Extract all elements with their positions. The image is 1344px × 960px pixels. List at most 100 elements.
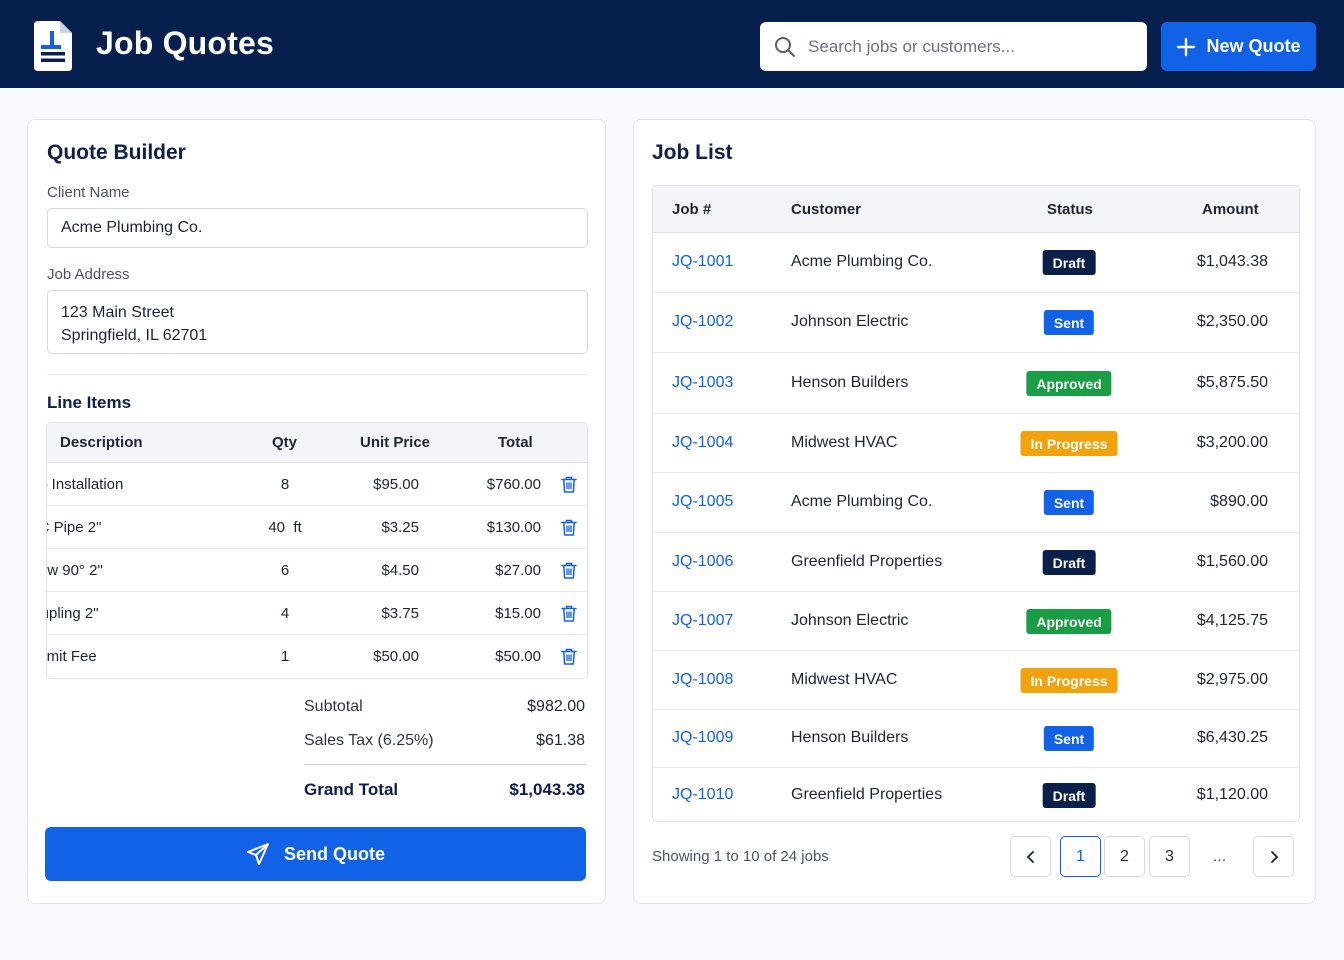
item-total: $27.00	[495, 562, 541, 579]
customer-name: Johnson Electric	[791, 313, 909, 330]
previous-page-button[interactable]	[1010, 836, 1051, 877]
sales-tax-value: $61.38	[536, 732, 585, 749]
status-badge: Sent	[1043, 310, 1095, 335]
job-row[interactable]: JQ-1005 Acme Plumbing Co. Sent $890.00	[653, 473, 1299, 533]
column-header-customer[interactable]: Customer	[791, 201, 861, 218]
trash-icon[interactable]	[561, 605, 577, 622]
job-amount: $3,200.00	[1196, 434, 1268, 451]
job-amount: $6,430.25	[1196, 729, 1268, 746]
item-qty: 40 ft	[268, 519, 302, 536]
job-number-link[interactable]: JQ-1005	[672, 493, 733, 511]
grand-total-value: $1,043.38	[509, 780, 585, 799]
subtotal-value: $982.00	[527, 698, 585, 715]
job-row[interactable]: JQ-1010 Greenfield Properties Draft $1,120.…	[653, 768, 1299, 821]
job-number-link[interactable]: JQ-1003	[672, 374, 733, 392]
job-number-link[interactable]: JQ-1001	[672, 253, 733, 271]
job-number-link[interactable]: JQ-1002	[672, 313, 733, 331]
paper-plane-icon	[246, 843, 269, 865]
job-table: Job # Customer Status Amount JQ-1001 Acme…	[652, 185, 1300, 822]
column-header-unit-price: Unit Price	[360, 434, 431, 451]
job-row[interactable]: JQ-1009 Henson Builders Sent $6,430.25	[653, 710, 1299, 768]
job-amount: $4,125.75	[1196, 612, 1268, 629]
job-amount: $2,975.00	[1196, 671, 1268, 688]
status-badge: In Progress	[1020, 668, 1118, 693]
column-header-qty: Qty	[272, 434, 298, 451]
job-row[interactable]: JQ-1002 Johnson Electric Sent $2,350.00	[653, 293, 1299, 353]
pagination-summary: Showing 1 to 10 of 24 jobs	[652, 848, 829, 865]
trash-icon[interactable]	[561, 562, 577, 579]
line-items-header: Description Qty Unit Price Total	[47, 423, 587, 463]
line-item-row: Elbow 90° 2" 6 $4.50 $27.00	[47, 549, 587, 592]
item-unit-price: $4.50	[381, 562, 419, 579]
status-badge: Sent	[1043, 490, 1095, 515]
customer-name: Midwest HVAC	[791, 671, 898, 688]
item-qty: 6	[280, 562, 290, 579]
job-row[interactable]: JQ-1001 Acme Plumbing Co. Draft $1,043.38	[653, 233, 1299, 293]
column-header-amount[interactable]: Amount	[1202, 201, 1259, 218]
line-item-row: Permit Fee 1 $50.00 $50.00	[47, 635, 587, 678]
item-unit-price: $95.00	[373, 476, 419, 493]
job-number-link[interactable]: JQ-1007	[672, 612, 733, 630]
status-badge: Draft	[1042, 783, 1096, 808]
item-unit-price: $50.00	[373, 648, 419, 665]
total-divider	[304, 764, 586, 765]
job-row[interactable]: JQ-1008 Midwest HVAC In Progress $2,975.00	[653, 651, 1299, 710]
status-badge: Sent	[1043, 726, 1095, 751]
item-description: Coupling 2"	[47, 605, 99, 622]
job-amount: $5,875.50	[1196, 374, 1268, 391]
item-qty: 8	[280, 476, 290, 493]
job-amount: $2,350.00	[1196, 313, 1268, 330]
address-line-1: 123 Main Street	[61, 304, 174, 321]
status-badge: Approved	[1026, 371, 1112, 396]
item-qty: 4	[280, 605, 290, 622]
item-total: $130.00	[486, 519, 541, 536]
customer-name: Greenfield Properties	[791, 553, 943, 570]
page-button-1[interactable]: 1	[1060, 836, 1101, 877]
job-row[interactable]: JQ-1003 Henson Builders Approved $5,875.50	[653, 353, 1299, 414]
client-name-field[interactable]: Acme Plumbing Co.	[47, 208, 588, 248]
item-total: $50.00	[495, 648, 541, 665]
line-items-table: Description Qty Unit Price Total Labor –…	[46, 422, 588, 679]
search-input[interactable]	[808, 36, 1128, 57]
job-number-link[interactable]: JQ-1006	[672, 553, 733, 571]
status-badge: Draft	[1042, 550, 1096, 575]
job-row[interactable]: JQ-1004 Midwest HVAC In Progress $3,200.00	[653, 414, 1299, 473]
status-badge: Draft	[1042, 250, 1096, 275]
pagination-ellipsis: ...	[1212, 847, 1227, 865]
search-box[interactable]	[760, 22, 1147, 71]
quote-builder-card: Quote Builder Client Name Acme Plumbing …	[27, 119, 606, 904]
app-title: Job Quotes	[96, 25, 275, 61]
send-quote-button[interactable]: Send Quote	[45, 827, 586, 881]
column-header-status[interactable]: Status	[1047, 201, 1093, 218]
new-quote-button[interactable]: New Quote	[1161, 22, 1316, 71]
job-number-link[interactable]: JQ-1004	[672, 434, 733, 452]
job-number-link[interactable]: JQ-1009	[672, 729, 733, 747]
plus-icon	[1177, 37, 1196, 56]
item-qty: 1	[280, 648, 290, 665]
column-header-description: Description	[60, 434, 143, 451]
job-amount: $890.00	[1210, 493, 1268, 510]
job-address-field[interactable]: 123 Main Street Springfield, IL 62701	[47, 290, 588, 354]
job-row[interactable]: JQ-1006 Greenfield Properties Draft $1,560.…	[653, 533, 1299, 592]
column-header-job-number[interactable]: Job #	[672, 201, 711, 218]
quote-builder-title: Quote Builder	[47, 141, 186, 164]
trash-icon[interactable]	[561, 476, 577, 493]
job-number-link[interactable]: JQ-1010	[672, 786, 733, 804]
subtotal-label: Subtotal	[304, 698, 363, 715]
trash-icon[interactable]	[561, 519, 577, 536]
document-icon	[34, 21, 72, 71]
customer-name: Midwest HVAC	[791, 434, 898, 451]
page-button-2[interactable]: 2	[1104, 836, 1145, 877]
top-bar: Job Quotes New Quote	[0, 0, 1344, 88]
trash-icon[interactable]	[561, 648, 577, 665]
chevron-right-icon	[1270, 850, 1278, 863]
line-item-row: Coupling 2" 4 $3.75 $15.00	[47, 592, 587, 635]
section-divider	[47, 374, 588, 375]
job-row[interactable]: JQ-1007 Johnson Electric Approved $4,125.75	[653, 592, 1299, 651]
job-number-link[interactable]: JQ-1008	[672, 671, 733, 689]
client-name-value: Acme Plumbing Co.	[61, 219, 203, 236]
job-amount: $1,120.00	[1196, 786, 1268, 803]
next-page-button[interactable]	[1253, 836, 1294, 877]
job-amount: $1,560.00	[1196, 553, 1268, 570]
page-button-3[interactable]: 3	[1149, 836, 1190, 877]
